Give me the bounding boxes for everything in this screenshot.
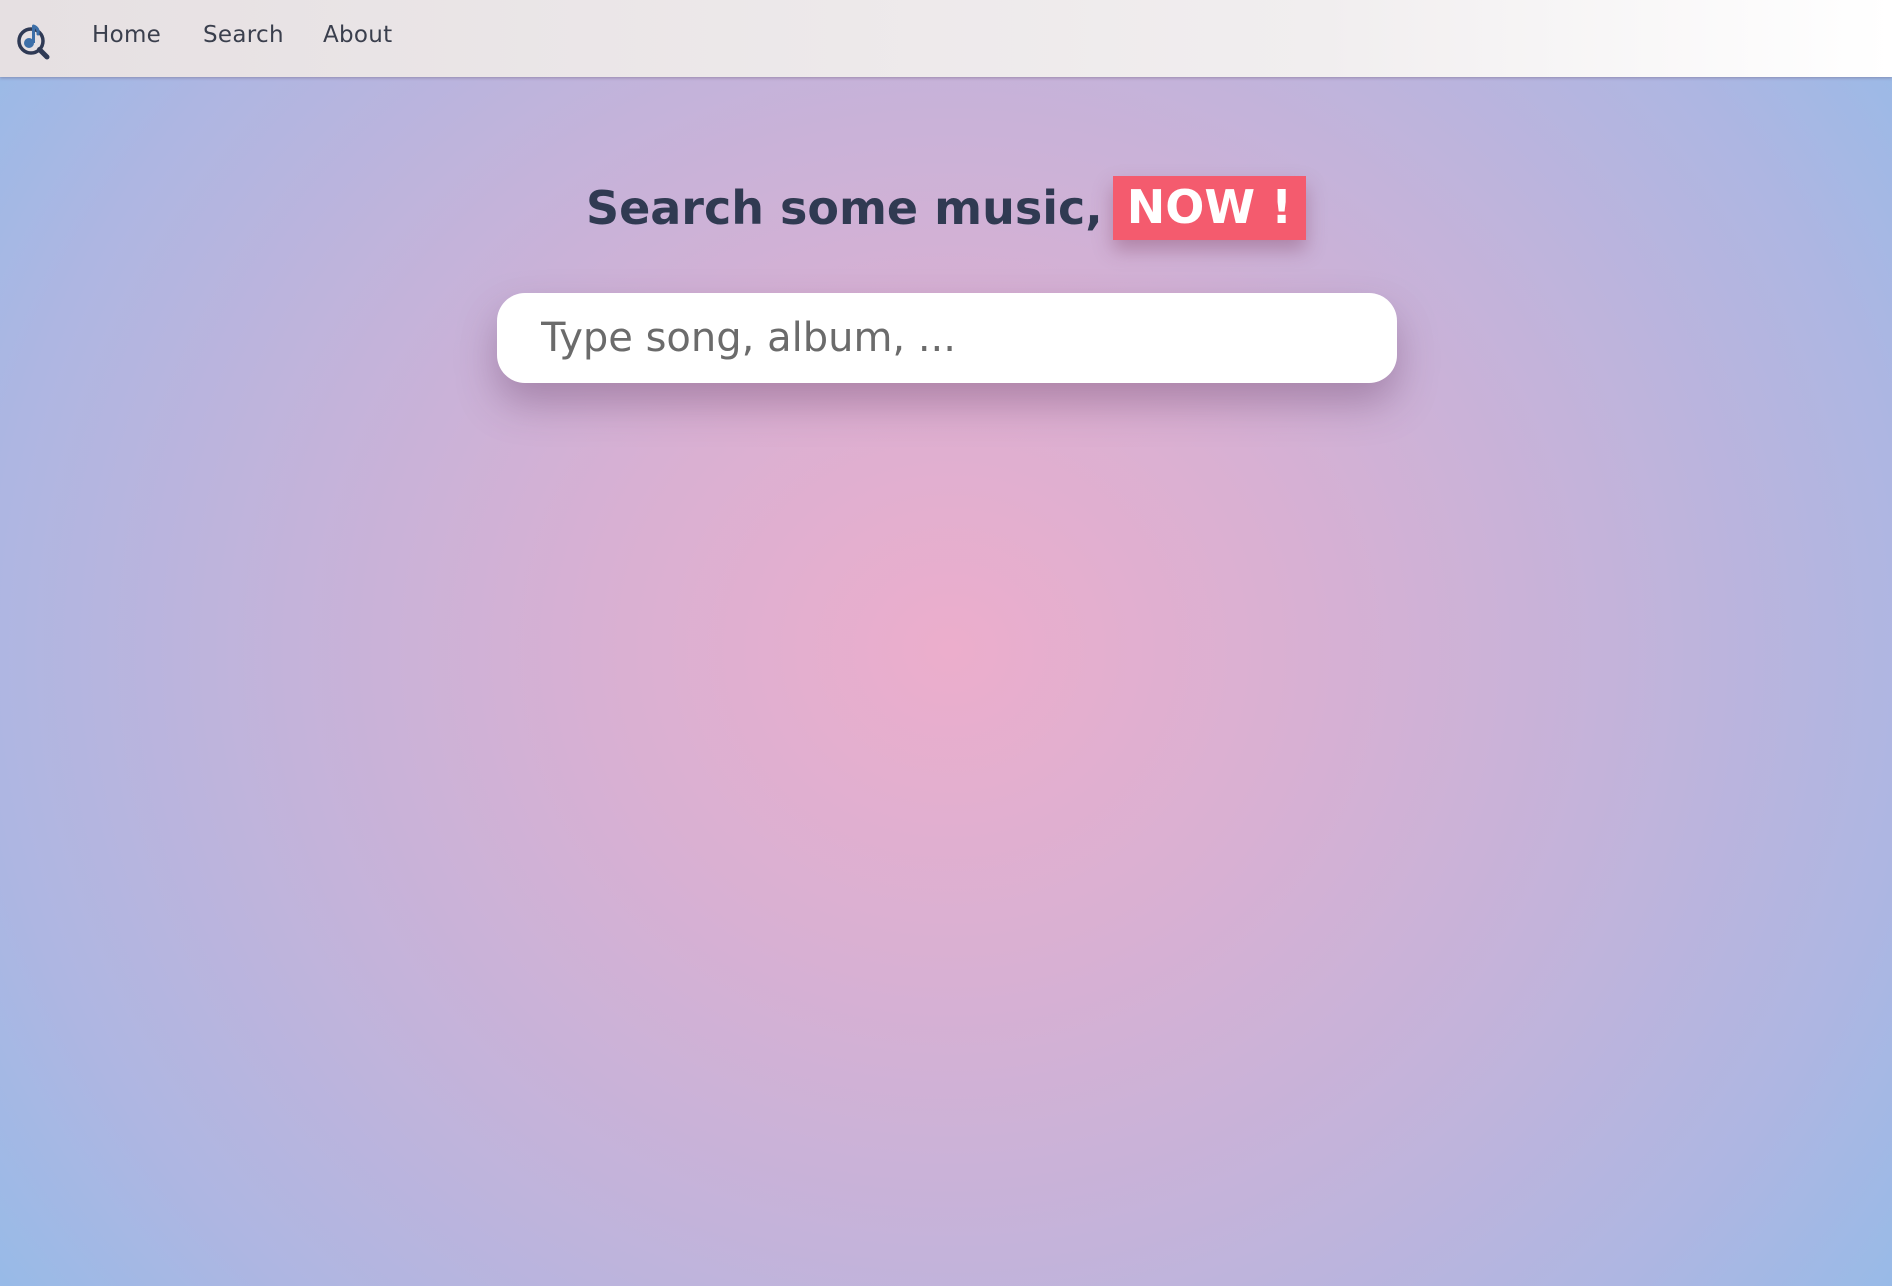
nav-item-search[interactable]: Search [203, 22, 284, 48]
music-search-logo-icon[interactable] [14, 14, 56, 62]
search-input[interactable] [541, 293, 1361, 383]
nav-item-about[interactable]: About [323, 22, 393, 48]
nav-item-home[interactable]: Home [92, 22, 161, 48]
top-navbar: Home Search About [0, 0, 1892, 77]
search-box [497, 293, 1397, 383]
page-headline: Search some music, NOW ! [0, 176, 1892, 240]
headline-text: Search some music, [585, 181, 1103, 235]
now-badge: NOW ! [1112, 176, 1307, 240]
